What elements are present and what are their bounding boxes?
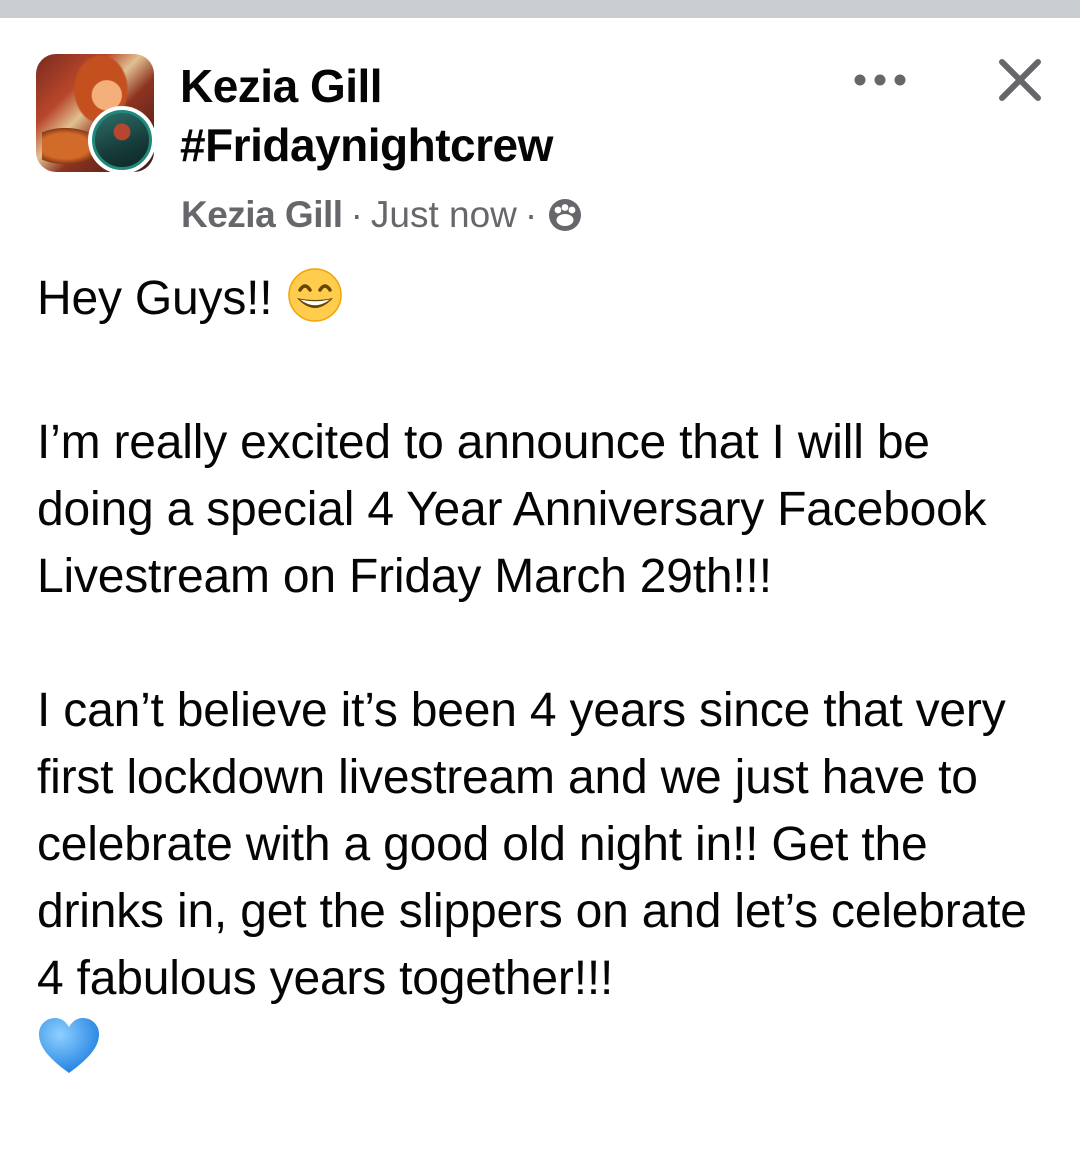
author-name[interactable]: Kezia Gill — [180, 58, 383, 114]
top-divider — [0, 0, 1080, 18]
blue-heart-emoji — [39, 1018, 99, 1073]
post-body: Hey Guys!! I’m really excited to announc… — [37, 265, 1047, 1079]
paragraph-gap-2 — [37, 610, 1047, 677]
closing-line — [37, 1012, 1047, 1079]
celebration-paragraph: I can’t believe it’s been 4 years since … — [37, 684, 1027, 1005]
more-horizontal-icon — [854, 74, 906, 86]
post-timestamp[interactable]: Just now — [371, 194, 517, 236]
close-button[interactable] — [988, 48, 1052, 112]
close-icon — [999, 59, 1041, 101]
more-options-button[interactable] — [848, 58, 912, 102]
meta-separator-2: · — [524, 194, 538, 235]
meta-separator: · — [350, 194, 363, 235]
grinning-face-emoji — [286, 266, 344, 342]
group-avatar[interactable] — [36, 54, 158, 176]
meta-author-name[interactable]: Kezia Gill — [181, 194, 343, 236]
group-name[interactable]: #Fridaynightcrew — [180, 116, 553, 174]
announcement-paragraph: I’m really excited to announce that I wi… — [37, 416, 987, 603]
greeting-text: Hey Guys!! — [37, 272, 273, 325]
author-photo — [92, 110, 152, 170]
greeting-line: Hey Guys!! — [37, 265, 1047, 342]
post-meta: Kezia Gill · Just now · — [181, 190, 583, 240]
group-audience-icon[interactable] — [547, 197, 583, 233]
author-avatar[interactable] — [88, 106, 156, 174]
